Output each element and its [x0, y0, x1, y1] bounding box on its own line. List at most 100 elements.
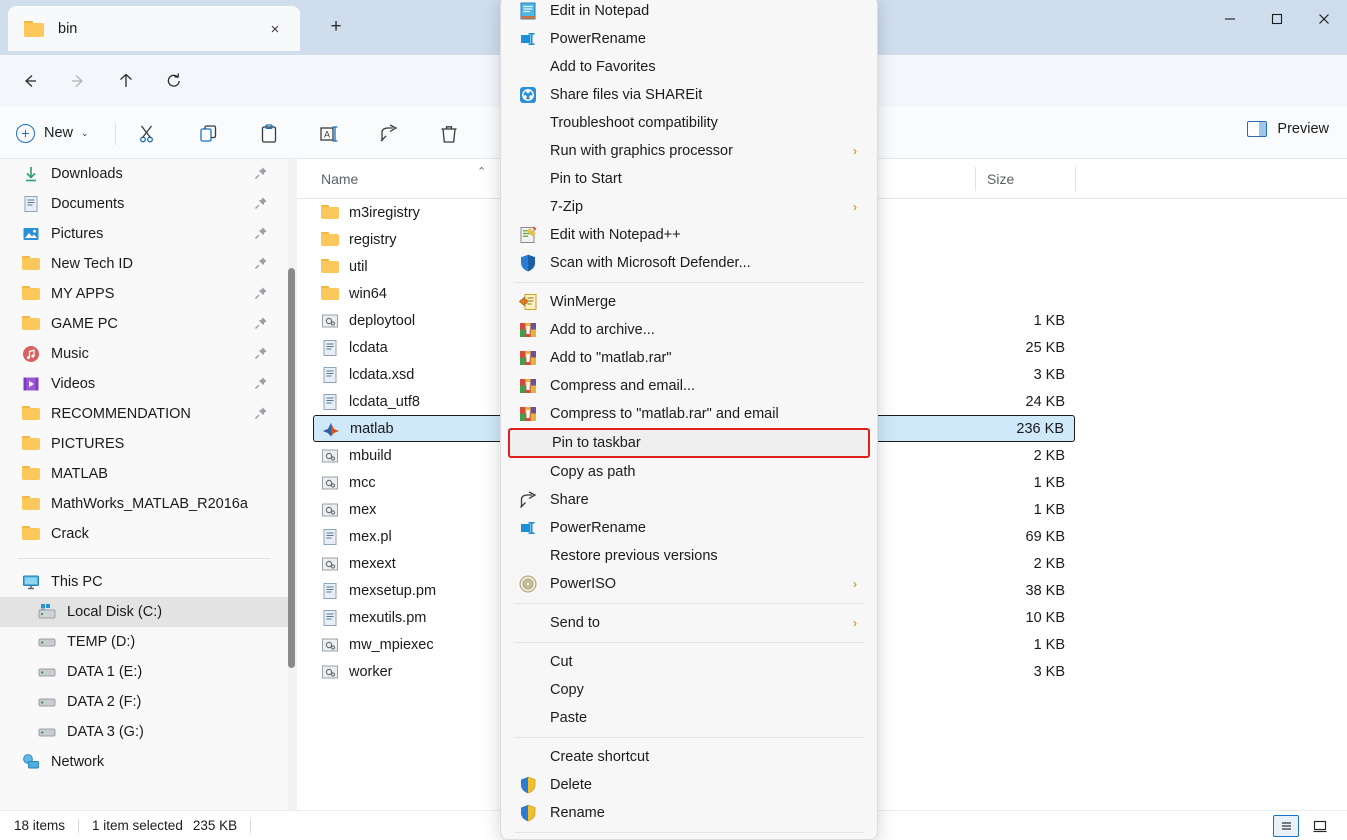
menu-item-share-files-via-shareit[interactable]: Share files via SHAREit [501, 81, 877, 109]
share-icon[interactable] [376, 121, 402, 147]
copy-icon[interactable] [196, 121, 222, 147]
sidebar-item-videos[interactable]: Videos [0, 369, 288, 399]
windows-drive-icon [38, 603, 56, 621]
pin-icon[interactable] [254, 256, 268, 270]
menu-item-pin-to-start[interactable]: Pin to Start [501, 165, 877, 193]
menu-item-copy-as-path[interactable]: Copy as path [501, 458, 877, 486]
sidebar-item-network[interactable]: Network [0, 747, 288, 777]
sidebar-item-temp-d-[interactable]: TEMP (D:) [0, 627, 288, 657]
sidebar-scrollbar[interactable] [288, 159, 297, 810]
chevron-down-icon: ⌄ [81, 127, 89, 138]
file-name: mcc [349, 474, 376, 491]
menu-item-add-to-archive[interactable]: Add to archive... [501, 316, 877, 344]
download-icon [22, 165, 40, 183]
folder-icon [22, 285, 40, 303]
pin-icon[interactable] [254, 286, 268, 300]
menu-item-run-with-graphics-processor[interactable]: Run with graphics processor › [501, 137, 877, 165]
column-header-name[interactable]: Name [321, 171, 358, 187]
sidebar-item-new-tech-id[interactable]: New Tech ID [0, 249, 288, 279]
defender-shield-icon [518, 253, 538, 273]
back-arrow-icon[interactable] [14, 65, 46, 97]
folder-icon [22, 405, 40, 423]
sidebar-item-this-pc[interactable]: This PC [0, 567, 288, 597]
minimize-button[interactable] [1206, 0, 1253, 38]
pin-icon[interactable] [254, 346, 268, 360]
trash-icon[interactable] [436, 121, 462, 147]
up-arrow-icon[interactable] [110, 65, 142, 97]
sidebar-item-recommendation[interactable]: RECOMMENDATION [0, 399, 288, 429]
rename-icon[interactable]: A [316, 121, 342, 147]
menu-item-poweriso[interactable]: PowerISO › [501, 570, 877, 598]
menu-item-edit-with-notepad[interactable]: Edit with Notepad++ [501, 221, 877, 249]
new-tab-button[interactable]: + [320, 12, 352, 42]
menu-item-scan-with-microsoft-defender[interactable]: Scan with Microsoft Defender... [501, 249, 877, 277]
file-explorer-window: bin × + Search bin + New ⌄ A Preview Dow… [0, 0, 1347, 840]
sidebar-item-pictures[interactable]: PICTURES [0, 429, 288, 459]
file-size-cell [975, 280, 1075, 307]
menu-item-paste[interactable]: Paste [501, 704, 877, 732]
menu-item-add-to-favorites[interactable]: Add to Favorites [501, 53, 877, 81]
sidebar-item-data-2-f-[interactable]: DATA 2 (F:) [0, 687, 288, 717]
column-divider[interactable] [975, 167, 976, 191]
menu-item-label: Add to Favorites [550, 59, 656, 75]
preview-button[interactable]: Preview [1247, 121, 1329, 137]
scissors-icon[interactable] [135, 121, 161, 147]
menu-item-edit-in-notepad[interactable]: Edit in Notepad [501, 0, 877, 25]
sidebar-item-downloads[interactable]: Downloads [0, 159, 288, 189]
folder-icon [22, 465, 40, 483]
menu-item-restore-previous-versions[interactable]: Restore previous versions [501, 542, 877, 570]
pin-icon[interactable] [254, 316, 268, 330]
close-button[interactable] [1300, 0, 1347, 38]
large-icons-view-icon[interactable] [1307, 815, 1333, 837]
close-tab-icon[interactable]: × [264, 18, 286, 40]
sidebar-item-game-pc[interactable]: GAME PC [0, 309, 288, 339]
menu-item-add-to-matlab-rar[interactable]: Add to "matlab.rar" [501, 344, 877, 372]
details-view-icon[interactable] [1273, 815, 1299, 837]
sidebar-item-crack[interactable]: Crack [0, 519, 288, 549]
sidebar-item-label: Pictures [51, 226, 104, 242]
plus-icon: + [16, 123, 35, 143]
file-name: mbuild [349, 447, 392, 464]
pin-icon[interactable] [254, 226, 268, 240]
menu-item-compress-to-matlab-rar-and-email[interactable]: Compress to "matlab.rar" and email [501, 400, 877, 428]
pin-icon[interactable] [254, 376, 268, 390]
sidebar-scrollbar-thumb[interactable] [288, 268, 295, 668]
sidebar-item-label: TEMP (D:) [67, 634, 136, 650]
menu-item-label: Share files via SHAREit [550, 87, 703, 103]
tab-bin[interactable]: bin × [8, 6, 300, 51]
sidebar-item-data-1-e-[interactable]: DATA 1 (E:) [0, 657, 288, 687]
menu-item-copy[interactable]: Copy [501, 676, 877, 704]
clipboard-paste-icon[interactable] [256, 121, 282, 147]
menu-item-share[interactable]: Share [501, 486, 877, 514]
new-button[interactable]: + New ⌄ [16, 118, 89, 148]
sidebar-item-documents[interactable]: Documents [0, 189, 288, 219]
forward-arrow-icon[interactable] [62, 65, 94, 97]
sidebar-item-music[interactable]: Music [0, 339, 288, 369]
maximize-button[interactable] [1253, 0, 1300, 38]
menu-item-7-zip[interactable]: 7-Zip › [501, 193, 877, 221]
menu-item-send-to[interactable]: Send to › [501, 609, 877, 637]
sidebar-item-mathworks-matlab-r2016a[interactable]: MathWorks_MATLAB_R2016a [0, 489, 288, 519]
refresh-icon[interactable] [158, 65, 190, 97]
menu-item-rename[interactable]: Rename [501, 799, 877, 827]
pin-icon[interactable] [254, 196, 268, 210]
menu-item-compress-and-email[interactable]: Compress and email... [501, 372, 877, 400]
sidebar-item-pictures[interactable]: Pictures [0, 219, 288, 249]
menu-item-troubleshoot-compatibility[interactable]: Troubleshoot compatibility [501, 109, 877, 137]
pin-icon[interactable] [254, 166, 268, 180]
menu-item-pin-to-taskbar[interactable]: Pin to taskbar [508, 428, 870, 458]
menu-item-winmerge[interactable]: WinMerge [501, 288, 877, 316]
sidebar-item-my-apps[interactable]: MY APPS [0, 279, 288, 309]
file-size-cell [975, 199, 1075, 226]
column-header-size[interactable]: Size [987, 171, 1014, 187]
column-divider[interactable] [1075, 167, 1076, 191]
menu-item-powerrename[interactable]: PowerRename [501, 25, 877, 53]
sidebar-item-data-3-g-[interactable]: DATA 3 (G:) [0, 717, 288, 747]
menu-item-cut[interactable]: Cut [501, 648, 877, 676]
pin-icon[interactable] [254, 406, 268, 420]
menu-item-create-shortcut[interactable]: Create shortcut [501, 743, 877, 771]
menu-item-delete[interactable]: Delete [501, 771, 877, 799]
menu-item-powerrename[interactable]: PowerRename [501, 514, 877, 542]
sidebar-item-matlab[interactable]: MATLAB [0, 459, 288, 489]
sidebar-item-local-disk-c-[interactable]: Local Disk (C:) [0, 597, 288, 627]
